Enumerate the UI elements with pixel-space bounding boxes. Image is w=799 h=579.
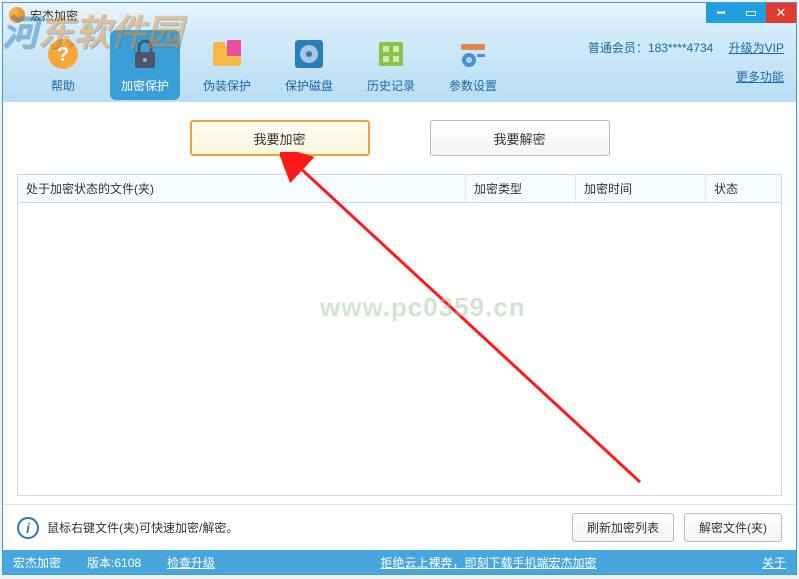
decrypt-button[interactable]: 我要解密 [430,120,610,156]
statusbar: 宏杰加密 版本:6108 检查升级 拒绝云上裸奔，即刻下载手机端宏杰加密 关于 [3,550,796,574]
col-time[interactable]: 加密时间 [576,175,706,202]
gear-icon [453,35,493,73]
toolbar-disguise[interactable]: 伪装保护 [192,30,262,100]
table-body [18,203,781,495]
encrypt-button[interactable]: 我要加密 [190,120,370,156]
window-title: 宏杰加密 [30,7,78,24]
check-update-link[interactable]: 检查升级 [167,554,215,571]
upgrade-vip-link[interactable]: 升级为VIP [729,41,784,55]
toolbar-label: 加密保护 [121,77,169,94]
svg-text:?: ? [57,44,69,66]
toolbar-info: 普通会员：183****4734 升级为VIP 更多功能 [588,39,784,85]
toolbar-help[interactable]: ? 帮助 [28,30,98,100]
toolbar-label: 保护磁盘 [285,77,333,94]
help-icon: ? [43,35,83,73]
toolbar-encrypt-protect[interactable]: 加密保护 [110,30,180,100]
minimize-button[interactable]: ━ [706,3,736,23]
decrypt-file-button[interactable]: 解密文件(夹) [684,513,782,542]
maximize-button[interactable]: ▭ [736,3,766,23]
folder-disguise-icon [207,35,247,73]
refresh-list-button[interactable]: 刷新加密列表 [572,513,674,542]
toolbar-history[interactable]: 历史记录 [356,30,426,100]
member-text: 普通会员：183****4734 [588,41,713,55]
footer-hint: i 鼠标右键文件(夹)可快速加密/解密。 刷新加密列表 解密文件(夹) [3,504,796,550]
hint-text: 鼠标右键文件(夹)可快速加密/解密。 [47,519,238,536]
file-table: 处于加密状态的文件(夹) 加密类型 加密时间 状态 [17,174,782,496]
about-link[interactable]: 关于 [762,554,786,571]
toolbar-settings[interactable]: 参数设置 [438,30,508,100]
history-icon [371,35,411,73]
app-icon [9,7,25,23]
toolbar-disk-protect[interactable]: 保护磁盘 [274,30,344,100]
col-file[interactable]: 处于加密状态的文件(夹) [18,175,466,202]
info-icon: i [17,517,39,539]
status-version: 版本:6108 [87,554,141,571]
toolbar-label: 历史记录 [367,77,415,94]
disk-icon [289,35,329,73]
promo-link[interactable]: 拒绝云上裸奔，即刻下载手机端宏杰加密 [381,556,597,570]
toolbar-label: 帮助 [51,77,75,94]
status-app: 宏杰加密 [13,554,61,571]
col-type[interactable]: 加密类型 [466,175,576,202]
titlebar: 宏杰加密 ━ ▭ ✕ [3,3,796,27]
toolbar-label: 伪装保护 [203,77,251,94]
col-status[interactable]: 状态 [706,175,781,202]
more-features-link[interactable]: 更多功能 [736,70,784,84]
toolbar-label: 参数设置 [449,77,497,94]
lock-icon [125,35,165,73]
close-button[interactable]: ✕ [766,3,796,23]
main-area: 我要加密 我要解密 处于加密状态的文件(夹) 加密类型 加密时间 状态 [3,102,796,504]
toolbar: ? 帮助 加密保护 伪装保护 保护磁盘 历史记录 [3,27,796,102]
